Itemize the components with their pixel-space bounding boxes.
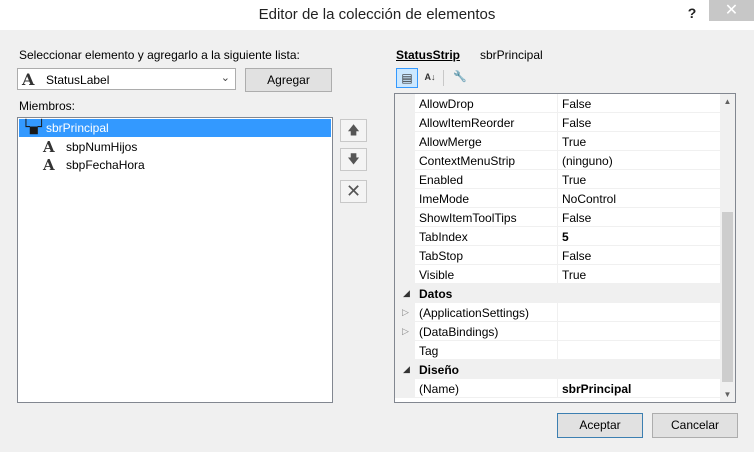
property-name: Tag <box>419 344 439 358</box>
sort-az-icon: A↓ <box>424 72 436 82</box>
move-down-button[interactable]: 🡇 <box>340 148 367 171</box>
select-item-label: Seleccionar elemento y agregarlo a la si… <box>19 48 300 62</box>
scroll-up-icon[interactable]: ▲ <box>720 94 735 109</box>
label-a-icon: A <box>22 70 35 89</box>
property-value[interactable]: sbrPrincipal <box>562 382 631 396</box>
members-list[interactable]: └▄┘ sbrPrincipal A sbpNumHijos A sbpFech… <box>17 117 333 403</box>
property-row[interactable]: ▷ (ApplicationSettings) <box>395 303 721 322</box>
property-row[interactable]: Enabled True <box>395 170 721 189</box>
component-name: sbrPrincipal <box>480 48 543 62</box>
cancel-button[interactable]: Cancelar <box>652 413 738 438</box>
property-value[interactable]: False <box>562 211 591 225</box>
property-row[interactable]: ▷ (DataBindings) <box>395 322 721 341</box>
item-type-combo[interactable]: A StatusLabel ⌄ <box>17 68 236 90</box>
property-name: Enabled <box>419 173 464 187</box>
property-name: Visible <box>419 268 455 282</box>
component-type: StatusStrip <box>396 48 461 62</box>
add-button[interactable]: Agregar <box>245 68 332 92</box>
label-a-icon: A <box>43 156 55 174</box>
members-label: Miembros: <box>19 99 76 113</box>
chevron-down-icon: ⌄ <box>220 72 230 84</box>
property-row[interactable]: TabIndex 5 <box>395 227 721 246</box>
list-item[interactable]: A sbpFechaHora <box>19 156 331 174</box>
property-value[interactable]: True <box>562 268 586 282</box>
property-row[interactable]: ImeMode NoControl <box>395 189 721 208</box>
property-pages-button[interactable]: 🔧 <box>449 68 471 88</box>
property-value[interactable]: 5 <box>562 230 569 244</box>
property-name: TabStop <box>419 249 464 263</box>
property-name: (ApplicationSettings) <box>419 306 530 320</box>
property-row[interactable]: (Name) sbrPrincipal <box>395 379 721 398</box>
scroll-down-icon[interactable]: ▼ <box>720 387 735 402</box>
property-name: (DataBindings) <box>419 325 499 339</box>
remove-button[interactable]: ✕ <box>340 180 367 203</box>
help-button[interactable]: ? <box>681 3 703 23</box>
property-row[interactable]: TabStop False <box>395 246 721 265</box>
category-row-datos[interactable]: ◢ Datos <box>395 284 721 303</box>
property-value[interactable]: True <box>562 173 586 187</box>
statusstrip-icon: └▄┘ <box>22 120 46 135</box>
arrow-up-icon: 🡅 <box>347 123 360 137</box>
property-name: AllowDrop <box>419 97 474 111</box>
property-value[interactable]: NoControl <box>562 192 616 206</box>
property-row[interactable]: AllowItemReorder False <box>395 113 721 132</box>
property-value[interactable]: False <box>562 97 591 111</box>
categorized-icon: ▤ <box>401 71 413 85</box>
expand-icon[interactable]: ▷ <box>402 326 409 337</box>
list-item-label: sbpNumHijos <box>66 140 138 154</box>
property-row[interactable]: Visible True <box>395 265 721 284</box>
title-bar: Editor de la colección de elementos ? ✕ <box>0 0 754 30</box>
property-name: TabIndex <box>419 230 468 244</box>
property-row[interactable]: ContextMenuStrip (ninguno) <box>395 151 721 170</box>
category-row-diseno[interactable]: ◢ Diseño <box>395 360 721 379</box>
property-value[interactable]: (ninguno) <box>562 154 613 168</box>
property-value[interactable]: False <box>562 249 591 263</box>
toolbar-divider <box>443 70 444 86</box>
collapse-icon[interactable]: ◢ <box>403 364 410 375</box>
property-name: (Name) <box>419 382 460 396</box>
property-value[interactable]: False <box>562 116 591 130</box>
list-item-label: sbpFechaHora <box>66 158 145 172</box>
combo-value: StatusLabel <box>46 73 110 87</box>
dialog-title: Editor de la colección de elementos <box>258 6 496 23</box>
property-row[interactable]: ShowItemToolTips False <box>395 208 721 227</box>
property-row[interactable]: AllowDrop False <box>395 94 721 113</box>
list-item[interactable]: └▄┘ sbrPrincipal <box>19 119 331 137</box>
property-name: ShowItemToolTips <box>419 211 517 225</box>
delete-x-icon: ✕ <box>345 181 362 201</box>
expand-icon[interactable]: ▷ <box>402 307 409 318</box>
label-a-icon: A <box>43 138 55 156</box>
arrow-down-icon: 🡇 <box>347 152 360 166</box>
scroll-thumb[interactable] <box>722 212 733 382</box>
wrench-icon: 🔧 <box>453 71 467 83</box>
property-name: AllowItemReorder <box>419 116 515 130</box>
property-name: ImeMode <box>419 192 470 206</box>
collapse-icon[interactable]: ◢ <box>403 288 410 299</box>
property-row[interactable]: Tag <box>395 341 721 360</box>
categorized-view-button[interactable]: ▤ <box>396 68 418 88</box>
accept-button[interactable]: Aceptar <box>557 413 643 438</box>
property-value[interactable]: True <box>562 135 586 149</box>
list-item-label: sbrPrincipal <box>46 121 109 135</box>
alphabetical-view-button[interactable]: A↓ <box>419 68 441 88</box>
property-name: AllowMerge <box>419 135 482 149</box>
property-grid[interactable]: AllowDrop False AllowItemReorder False A… <box>394 93 736 403</box>
vertical-scrollbar[interactable]: ▲ ▼ <box>720 94 735 402</box>
property-name: ContextMenuStrip <box>419 154 516 168</box>
list-item[interactable]: A sbpNumHijos <box>19 138 331 156</box>
category-name: Datos <box>419 287 453 301</box>
close-button[interactable]: ✕ <box>709 0 754 21</box>
move-up-button[interactable]: 🡅 <box>340 119 367 142</box>
category-name: Diseño <box>419 363 460 377</box>
property-row[interactable]: AllowMerge True <box>395 132 721 151</box>
